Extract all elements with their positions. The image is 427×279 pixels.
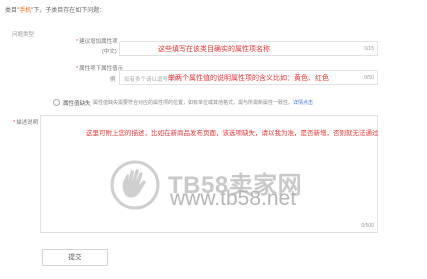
description-annotation: 这里可附上您的描述，比如在新商品发布页面，该选项缺失，请以我为准，是否新增，否则…: [86, 130, 379, 137]
field2-annotation: 举两个属性值的说明属性项的含义比如：黄色、红色: [168, 75, 329, 82]
details-link[interactable]: 详情点击: [293, 100, 313, 106]
header-suffix: "下，子类目存在如下问题：: [31, 8, 106, 14]
radio-label: 属性值缺失: [63, 101, 91, 107]
watermark-url: www.tb58.net: [170, 187, 297, 210]
description-label: *描述说明: [13, 120, 39, 126]
field2-sublabel: 例: [110, 77, 116, 83]
field1-counter: 0/15: [364, 46, 374, 52]
header-prefix: 类目": [5, 8, 20, 14]
header-category: 手机: [19, 8, 32, 14]
field2-counter: 0/50: [364, 75, 374, 81]
radio-description: 属性值缺失需要符合对应的属性项的位置，如有单位或其他格式，需与所需新属性一致性。…: [93, 100, 314, 106]
field1-label: *建议增加属性项: [76, 39, 118, 45]
field1-sublabel: (中文): [102, 49, 117, 55]
issue-type-label: 问题类型: [12, 32, 35, 38]
description-counter: 0/500: [361, 223, 374, 229]
watermark-hand-logo: [110, 160, 160, 215]
missing-value-radio[interactable]: [53, 99, 60, 106]
field2-label: *属性项下属性值示: [76, 66, 124, 72]
category-issue-header: 类目"手机"下，子类目存在如下问题：: [5, 5, 105, 14]
submit-button[interactable]: 提交: [42, 249, 108, 266]
field1-annotation: 这些填写在该类目确实的属性项名称: [158, 46, 270, 53]
